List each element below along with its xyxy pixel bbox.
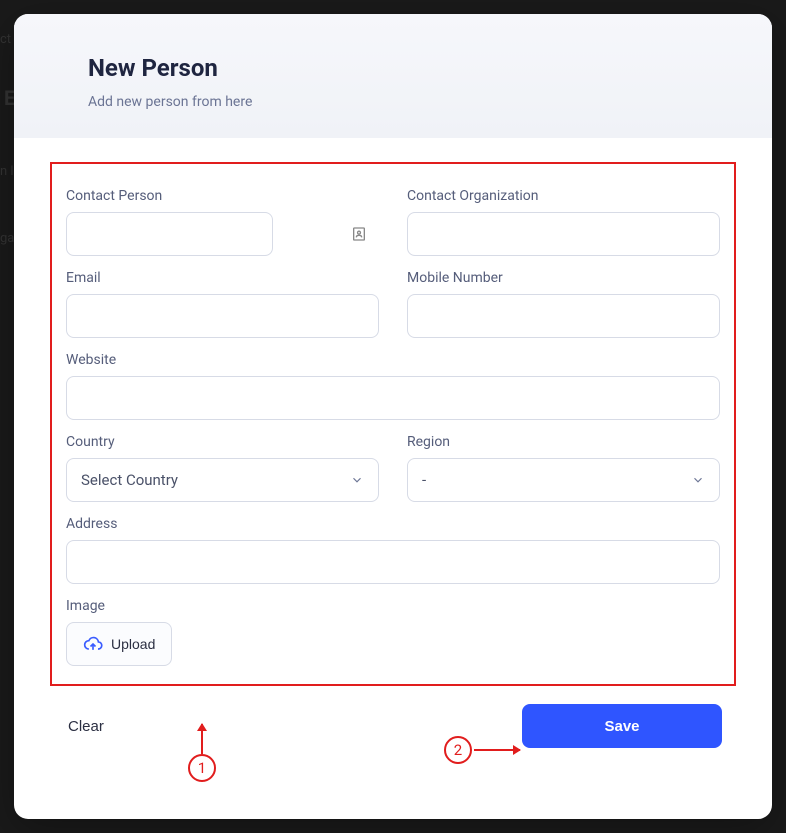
modal-header: New Person Add new person from here [14, 14, 772, 138]
backdrop-fragment: ga [0, 231, 14, 246]
modal-body: Contact Person Contact Organization [14, 138, 772, 778]
region-selected-value: - [422, 471, 426, 489]
modal-title: New Person [88, 54, 698, 82]
country-select[interactable]: Select Country [66, 458, 379, 502]
contact-person-input[interactable] [66, 212, 273, 256]
email-input[interactable] [66, 294, 379, 338]
cloud-upload-icon [83, 634, 103, 654]
contact-person-label: Contact Person [66, 188, 379, 204]
modal-footer: Clear Save [50, 686, 736, 748]
backdrop-fragment: n l [0, 164, 14, 179]
website-label: Website [66, 352, 720, 368]
chevron-down-icon [691, 473, 705, 487]
upload-button[interactable]: Upload [66, 622, 172, 666]
form-area-highlight: Contact Person Contact Organization [50, 162, 736, 686]
address-input[interactable] [66, 540, 720, 584]
modal-subtitle: Add new person from here [88, 94, 698, 110]
region-select[interactable]: - [407, 458, 720, 502]
image-label: Image [66, 598, 720, 614]
backdrop-fragment: ct [0, 32, 11, 47]
mobile-number-label: Mobile Number [407, 270, 720, 286]
email-label: Email [66, 270, 379, 286]
contact-organization-label: Contact Organization [407, 188, 720, 204]
country-label: Country [66, 434, 379, 450]
website-input[interactable] [66, 376, 720, 420]
save-button[interactable]: Save [522, 704, 722, 748]
contact-organization-input[interactable] [407, 212, 720, 256]
region-label: Region [407, 434, 720, 450]
mobile-number-input[interactable] [407, 294, 720, 338]
address-label: Address [66, 516, 720, 532]
chevron-down-icon [350, 473, 364, 487]
upload-button-label: Upload [111, 636, 155, 652]
country-selected-value: Select Country [81, 471, 178, 489]
new-person-modal: New Person Add new person from here Cont… [14, 14, 772, 819]
clear-button[interactable]: Clear [64, 710, 108, 743]
contact-card-icon [351, 226, 367, 242]
